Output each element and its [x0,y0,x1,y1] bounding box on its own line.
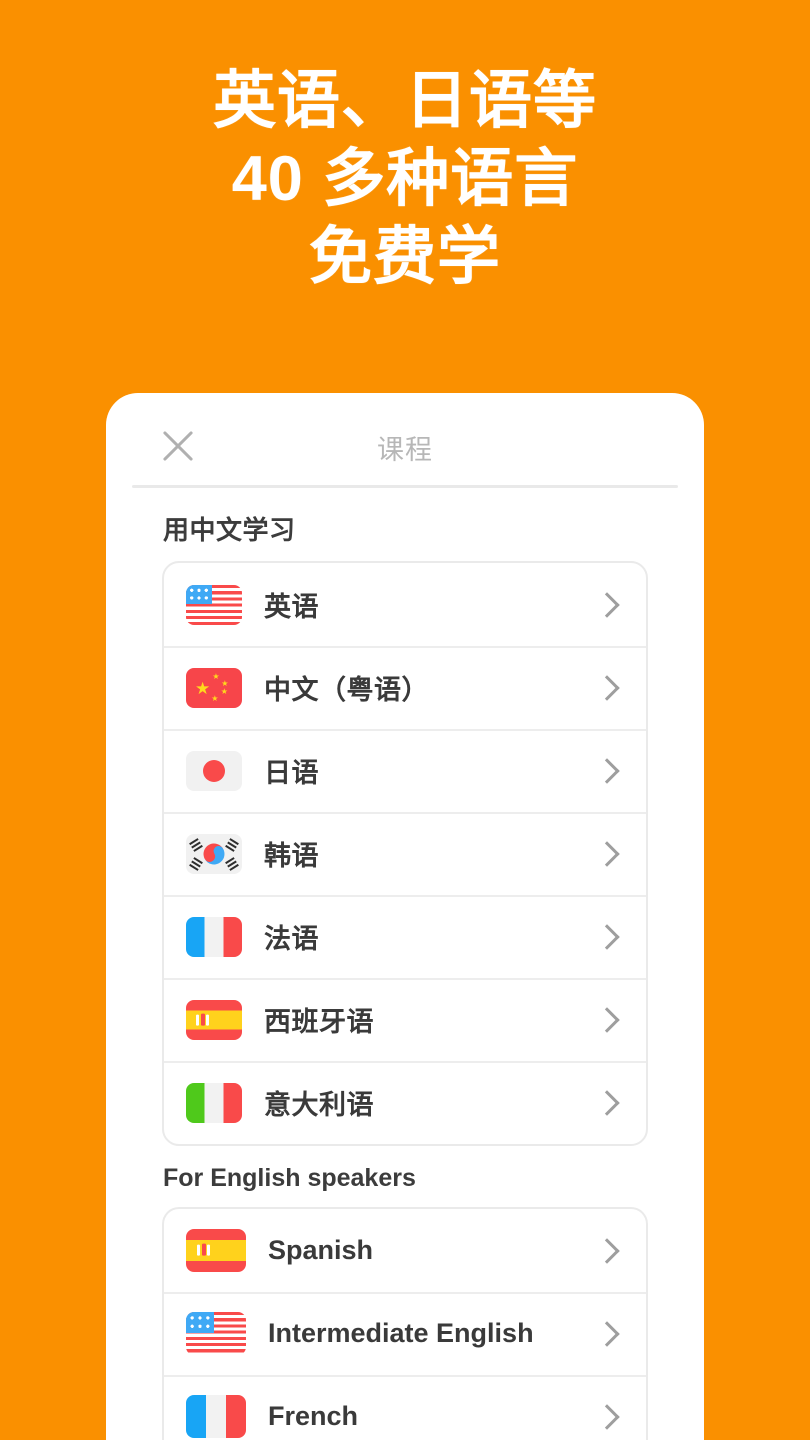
flag-fr-icon [186,916,242,957]
flag-kr-icon [186,833,242,874]
course-list-chinese: 英语 ★ ★ ★ ★ ★ 中文（粤语） 日语 韩语 法语 西班牙语 意大利语 [162,561,648,1146]
sheet-header: 课程 [106,393,704,488]
headline-line-2: 40 多种语言 [231,144,579,215]
headline-line-3: 免费学 [309,222,501,293]
course-sheet: 课程 用中文学习 英语 ★ ★ ★ ★ ★ 中文（粤语） 日语 韩语 法语 西班… [106,393,704,1440]
flag-jp-icon [186,750,242,791]
list-item[interactable]: 英语 [164,563,646,646]
list-item[interactable]: 法语 [164,895,646,978]
list-item-label: 日语 [264,758,319,788]
section-title-chinese: 用中文学习 [163,515,296,545]
section-title-english: For English speakers [163,1164,416,1192]
chevron-right-icon [594,674,620,701]
chevron-right-icon [594,1006,620,1033]
list-item[interactable]: 韩语 [164,812,646,895]
list-item[interactable]: French [164,1375,646,1440]
list-item-label: Intermediate English [268,1318,534,1348]
chevron-right-icon [594,1089,620,1116]
chevron-right-icon [594,1403,620,1430]
list-item[interactable]: 西班牙语 [164,978,646,1061]
flag-cn-icon: ★ ★ ★ ★ ★ [186,667,242,708]
list-item[interactable]: 意大利语 [164,1061,646,1144]
chevron-right-icon [594,1237,620,1264]
sheet-title: 课程 [377,435,433,465]
list-item-label: 法语 [264,924,319,954]
list-item[interactable]: Intermediate English [164,1292,646,1375]
flag-us-icon [186,584,242,625]
list-item-label: 西班牙语 [264,1007,374,1037]
list-item[interactable]: Spanish [164,1209,646,1292]
list-item-label: French [268,1401,359,1431]
list-item[interactable]: ★ ★ ★ ★ ★ 中文（粤语） [164,646,646,729]
flag-us-icon [186,1312,246,1355]
chevron-right-icon [594,591,620,618]
course-list-english: Spanish Intermediate English French [162,1207,648,1440]
list-item-label: 意大利语 [264,1090,374,1120]
chevron-right-icon [594,923,620,950]
flag-fr-icon [186,1395,246,1438]
list-item[interactable]: 日语 [164,729,646,812]
promo-headline: 英语、日语等 40 多种语言 免费学 [0,62,810,296]
chevron-right-icon [594,1320,620,1347]
header-divider [132,485,678,488]
chevron-right-icon [594,840,620,867]
list-item-label: Spanish [268,1235,374,1265]
course-list-scroll[interactable]: 用中文学习 英语 ★ ★ ★ ★ ★ 中文（粤语） 日语 韩语 法语 西班牙语 … [106,478,704,1440]
chevron-right-icon [594,757,620,784]
list-item-label: 英语 [264,592,319,622]
flag-es-icon [186,999,242,1040]
headline-line-1: 英语、日语等 [213,66,597,136]
list-item-label: 中文（粤语） [264,675,429,705]
flag-es-icon [186,1229,246,1272]
flag-it-icon [186,1082,242,1123]
list-item-label: 韩语 [264,841,319,871]
